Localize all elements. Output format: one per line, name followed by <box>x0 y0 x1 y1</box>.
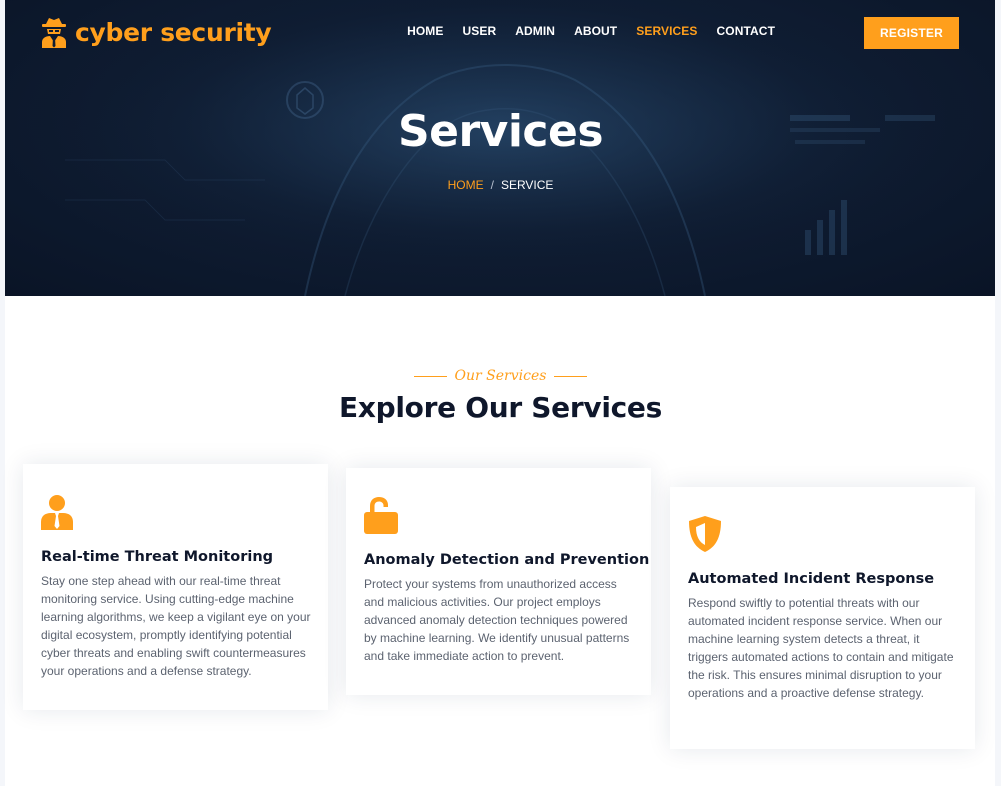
eyebrow-text: Our Services <box>454 368 547 384</box>
card-title: Anomaly Detection and Prevention <box>364 552 650 568</box>
brand-name: cyber security <box>75 17 272 47</box>
eyebrow-line-left <box>413 375 447 377</box>
service-card-anomaly-detection: Anomaly Detection and Prevention Protect… <box>346 468 651 695</box>
breadcrumb-home-link[interactable]: HOME <box>448 178 484 192</box>
main-menu: HOME USER ADMIN ABOUT SERVICES CONTACT <box>388 24 775 38</box>
top-navigation: cyber security HOME USER ADMIN ABOUT SER… <box>0 0 1001 70</box>
service-card-threat-monitoring: Real-time Threat Monitoring Stay one ste… <box>23 464 328 710</box>
breadcrumb-current: SERVICE <box>500 178 554 192</box>
breadcrumb-separator: / <box>490 178 494 192</box>
nav-admin[interactable]: ADMIN <box>515 24 555 38</box>
card-title: Automated Incident Response <box>688 571 935 587</box>
nav-home[interactable]: HOME <box>407 24 443 38</box>
section-eyebrow: Our Services <box>0 368 1001 384</box>
user-tie-icon <box>41 495 73 530</box>
page: cyber security HOME USER ADMIN ABOUT SER… <box>0 0 1001 786</box>
nav-user[interactable]: USER <box>463 24 497 38</box>
section-title: Explore Our Services <box>339 391 662 424</box>
service-card-incident-response: Automated Incident Response Respond swif… <box>670 487 975 749</box>
breadcrumb: HOME / SERVICE <box>0 178 1001 192</box>
spy-agent-icon <box>42 18 66 48</box>
card-description: Protect your systems from unauthorized a… <box>364 577 630 663</box>
eyebrow-line-right <box>554 375 588 377</box>
nav-services[interactable]: SERVICES <box>636 24 697 38</box>
register-button[interactable]: REGISTER <box>864 17 959 49</box>
shield-icon <box>689 516 721 552</box>
card-description: Stay one step ahead with our real-time t… <box>41 574 311 678</box>
nav-about[interactable]: ABOUT <box>574 24 617 38</box>
brand-logo[interactable]: cyber security <box>40 14 272 50</box>
nav-contact[interactable]: CONTACT <box>717 24 775 38</box>
card-title: Real-time Threat Monitoring <box>41 549 274 565</box>
unlock-icon <box>364 497 398 534</box>
card-description: Respond swiftly to potential threats wit… <box>688 596 954 700</box>
page-title: Services <box>397 106 604 157</box>
